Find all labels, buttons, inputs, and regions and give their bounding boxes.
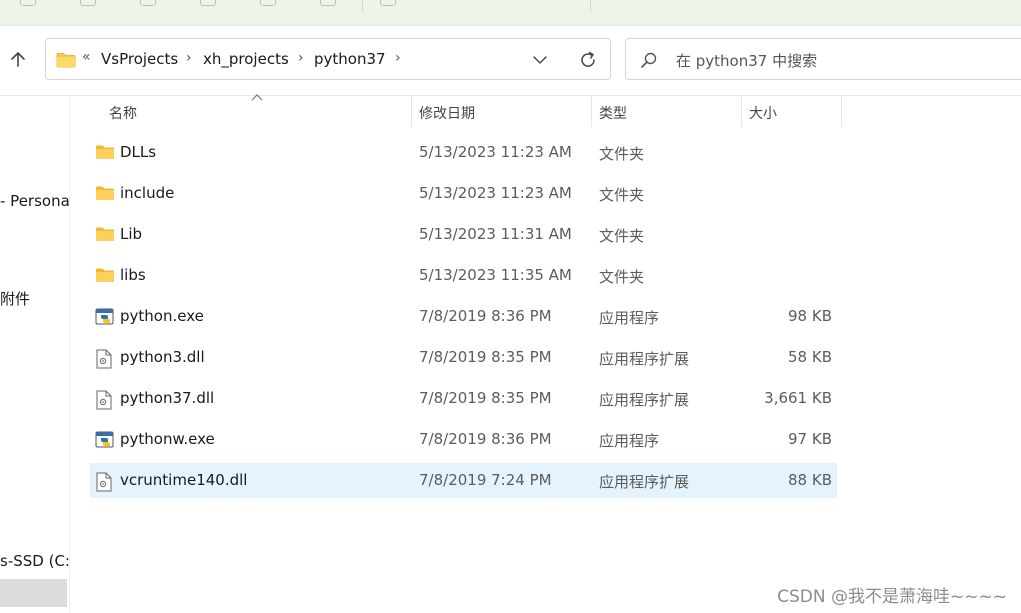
file-type: 文件夹	[599, 145, 645, 163]
column-header-type[interactable]: 类型	[592, 96, 741, 127]
delete-icon[interactable]	[320, 0, 336, 6]
file-name[interactable]: DLLs	[120, 143, 156, 161]
file-row[interactable]: python.exe 7/8/2019 8:36 PM 应用程序 98 KB	[90, 299, 837, 334]
file-size: 88 KB	[788, 471, 832, 489]
rename-icon[interactable]	[200, 0, 216, 6]
file-type: 应用程序	[599, 309, 660, 327]
file-row[interactable]: python37.dll 7/8/2019 8:35 PM 应用程序扩展 3,661 …	[90, 381, 837, 416]
up-button[interactable]	[6, 46, 30, 72]
column-divider[interactable]	[841, 96, 842, 127]
breadcrumb-separator[interactable]: ›	[186, 50, 192, 66]
paste-icon[interactable]	[140, 0, 156, 6]
dll-icon	[95, 349, 113, 373]
folder-icon	[95, 226, 115, 246]
file-name[interactable]: python3.dll	[120, 348, 205, 366]
folder-icon	[95, 144, 115, 164]
sort-icon[interactable]	[380, 0, 396, 6]
column-header-name-label: 名称	[109, 106, 137, 122]
refresh-icon[interactable]	[578, 50, 598, 70]
navigation-pane: - Persona 附件 s-SSD (C:)	[0, 96, 70, 613]
column-header-name[interactable]: 名称	[90, 96, 412, 127]
breadcrumb-python37[interactable]: python37	[314, 50, 386, 68]
file-type: 应用程序	[599, 432, 660, 450]
breadcrumb-vsprojects[interactable]: VsProjects	[101, 50, 178, 68]
file-type: 文件夹	[599, 227, 645, 245]
dll-icon	[95, 390, 113, 414]
file-modified: 7/8/2019 8:35 PM	[419, 348, 552, 366]
chevron-down-icon[interactable]	[532, 52, 548, 68]
file-modified: 7/8/2019 7:24 PM	[419, 471, 552, 489]
arrow-up-icon	[11, 52, 25, 67]
file-name[interactable]: include	[120, 184, 174, 202]
file-size: 3,661 KB	[764, 389, 832, 407]
file-modified: 7/8/2019 8:35 PM	[419, 389, 552, 407]
file-row[interactable]: libs 5/13/2023 11:35 AM 文件夹	[90, 258, 837, 293]
file-modified: 5/13/2023 11:23 AM	[419, 143, 572, 161]
column-header-modified[interactable]: 修改日期	[412, 96, 591, 127]
file-name[interactable]: libs	[120, 266, 146, 284]
breadcrumb-separator[interactable]: ›	[395, 50, 401, 66]
search-placeholder[interactable]: 在 python37 中搜索	[676, 50, 817, 71]
column-header-modified-label: 修改日期	[419, 106, 475, 122]
nav-selection-highlight	[0, 579, 67, 607]
nav-item-onedrive-personal[interactable]: - Persona	[0, 192, 69, 210]
file-modified: 5/13/2023 11:35 AM	[419, 266, 572, 284]
file-type: 文件夹	[599, 268, 645, 286]
file-type: 文件夹	[599, 186, 645, 204]
ribbon-divider	[362, 0, 363, 12]
file-modified: 5/13/2023 11:23 AM	[419, 184, 572, 202]
python-exe-icon	[95, 308, 115, 330]
file-modified: 7/8/2019 8:36 PM	[419, 430, 552, 448]
file-type: 应用程序扩展	[599, 391, 690, 409]
file-name[interactable]: python.exe	[120, 307, 204, 325]
column-header-size-label: 大小	[749, 106, 777, 122]
search-box[interactable]: 在 python37 中搜索	[625, 38, 1021, 80]
folder-icon	[95, 185, 115, 205]
nav-item-drive-c[interactable]: s-SSD (C:)	[0, 552, 69, 570]
copy-icon[interactable]	[80, 0, 96, 6]
file-modified: 7/8/2019 8:36 PM	[419, 307, 552, 325]
file-size: 97 KB	[788, 430, 832, 448]
column-header-type-label: 类型	[599, 106, 627, 122]
share-icon[interactable]	[260, 0, 276, 6]
file-size: 98 KB	[788, 307, 832, 325]
file-row[interactable]: Lib 5/13/2023 11:31 AM 文件夹	[90, 217, 837, 252]
file-row[interactable]: vcruntime140.dll 7/8/2019 7:24 PM 应用程序扩展 88…	[90, 463, 837, 498]
cut-icon[interactable]	[20, 0, 36, 6]
breadcrumb-xh-projects[interactable]: xh_projects	[203, 50, 289, 68]
ribbon-toolbar	[0, 0, 1021, 26]
file-row[interactable]: python3.dll 7/8/2019 8:35 PM 应用程序扩展 58 KB	[90, 340, 837, 375]
search-icon	[641, 52, 657, 68]
breadcrumb-separator[interactable]: ›	[298, 50, 304, 66]
file-name[interactable]: pythonw.exe	[120, 430, 215, 448]
file-name[interactable]: Lib	[120, 225, 142, 243]
file-name[interactable]: python37.dll	[120, 389, 214, 407]
folder-icon	[95, 267, 115, 287]
file-size: 58 KB	[788, 348, 832, 366]
python-exe-icon	[95, 431, 115, 453]
address-bar[interactable]: « VsProjects › xh_projects › python37 ›	[45, 38, 611, 80]
column-header-size[interactable]: 大小	[742, 96, 841, 127]
folder-icon	[56, 53, 76, 68]
dll-icon	[95, 472, 113, 496]
file-row[interactable]: pythonw.exe 7/8/2019 8:36 PM 应用程序 97 KB	[90, 422, 837, 457]
watermark: CSDN @我不是萧海哇~~~~	[777, 587, 1007, 607]
file-type: 应用程序扩展	[599, 350, 690, 368]
file-type: 应用程序扩展	[599, 473, 690, 491]
nav-item-attachments[interactable]: 附件	[0, 288, 30, 309]
file-name[interactable]: vcruntime140.dll	[120, 471, 247, 489]
file-modified: 5/13/2023 11:31 AM	[419, 225, 572, 243]
breadcrumb-overflow-chevron[interactable]: «	[82, 49, 91, 65]
file-row[interactable]: include 5/13/2023 11:23 AM 文件夹	[90, 176, 837, 211]
ribbon-divider	[590, 0, 591, 12]
file-row[interactable]: DLLs 5/13/2023 11:23 AM 文件夹	[90, 135, 837, 170]
